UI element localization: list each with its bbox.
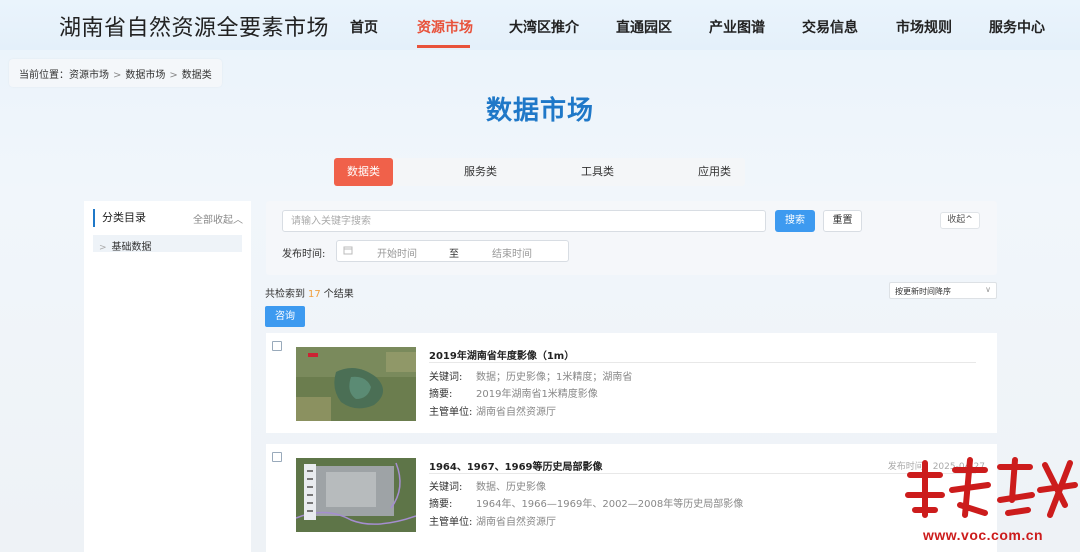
sidebar-item-basic-data[interactable]: > 基础数据 xyxy=(93,235,242,253)
result-thumbnail[interactable] xyxy=(296,458,416,532)
keywords-value: 数据、历史影像 xyxy=(476,482,546,493)
main-nav: 首页 资源市场 大湾区推介 直通园区 产业图谱 交易信息 市场规则 服务中心 xyxy=(0,0,1080,50)
category-tabs: 数据类 服务类 工具类 应用类 xyxy=(334,158,745,186)
result-org: 主管单位: 湖南省自然资源厅 xyxy=(429,403,556,418)
calendar-icon xyxy=(343,245,353,258)
breadcrumb-item-data-market[interactable]: 数据市场 xyxy=(125,66,165,81)
tab-tool[interactable]: 工具类 xyxy=(568,158,627,186)
tab-data[interactable]: 数据类 xyxy=(334,158,393,186)
result-keywords: 关键词: 数据、历史影像 xyxy=(429,478,546,493)
fold-button[interactable]: 收起^ xyxy=(940,212,980,229)
abstract-value: 2019年湖南省1米精度影像 xyxy=(476,389,598,400)
keywords-label: 关键词: xyxy=(429,372,463,383)
result-card: 1964、1967、1969等历史局部影像 发布时间：2025-04-27 关键… xyxy=(266,444,997,552)
breadcrumb-item-data-category: 数据类 xyxy=(181,70,212,81)
fold-label: 收起 xyxy=(947,215,966,225)
org-value: 湖南省自然资源厅 xyxy=(476,407,556,418)
chevron-up-icon: ︿ xyxy=(233,215,243,226)
nav-industry-map[interactable]: 产业图谱 xyxy=(709,17,765,37)
nav-greater-bay-area[interactable]: 大湾区推介 xyxy=(509,17,579,37)
date-end-input[interactable]: 结束时间 xyxy=(492,245,532,260)
category-sidebar: 分类目录 全部收起︿ > 基础数据 xyxy=(84,201,251,552)
breadcrumb-separator: > xyxy=(169,70,178,81)
result-abstract: 摘要: 2019年湖南省1米精度影像 xyxy=(429,385,598,400)
nav-park-direct[interactable]: 直通园区 xyxy=(616,17,672,37)
date-range-picker[interactable]: 开始时间 至 结束时间 xyxy=(336,240,569,262)
consult-button[interactable]: 咨询 xyxy=(265,306,305,327)
nav-service-center[interactable]: 服务中心 xyxy=(989,17,1045,37)
result-keywords: 关键词: 数据；历史影像；1米精度；湖南省 xyxy=(429,368,632,383)
tab-service[interactable]: 服务类 xyxy=(451,158,510,186)
keywords-label: 关键词: xyxy=(429,482,463,493)
tab-application[interactable]: 应用类 xyxy=(685,158,744,186)
date-to-separator: 至 xyxy=(449,249,459,260)
nav-resource-market[interactable]: 资源市场 xyxy=(417,17,473,37)
collapse-all-button[interactable]: 全部收起︿ xyxy=(193,211,243,226)
date-start-input[interactable]: 开始时间 xyxy=(377,245,417,260)
chevron-right-icon: > xyxy=(99,243,107,253)
abstract-label: 摘要: xyxy=(429,389,453,400)
result-org: 主管单位: 湖南省自然资源厅 xyxy=(429,513,556,528)
top-header: 湖南省自然资源全要素市场 首页 资源市场 大湾区推介 直通园区 产业图谱 交易信… xyxy=(0,0,1080,50)
result-checkbox[interactable] xyxy=(272,452,282,462)
breadcrumb-prefix: 当前位置： xyxy=(19,70,69,81)
result-checkbox[interactable] xyxy=(272,341,282,351)
search-panel: 搜索 重置 收起^ 发布时间: 开始时间 至 结束时间 xyxy=(266,201,997,275)
reset-button[interactable]: 重置 xyxy=(823,210,862,232)
result-count-suffix: 个结果 xyxy=(323,289,354,300)
sort-select-value: 按更新时间降序 xyxy=(895,287,951,296)
breadcrumb-separator: > xyxy=(113,70,122,81)
search-button[interactable]: 搜索 xyxy=(775,210,815,232)
result-abstract: 摘要: 1964年、1966—1969年、2002—2008年等历史局部影像 xyxy=(429,495,743,510)
chevron-up-icon: ^ xyxy=(965,215,973,225)
abstract-label: 摘要: xyxy=(429,499,453,510)
result-card: 2019年湖南省年度影像（1m） 关键词: 数据；历史影像；1米精度；湖南省 摘要… xyxy=(266,333,997,433)
nav-trade-info[interactable]: 交易信息 xyxy=(802,17,858,37)
result-title[interactable]: 1964、1967、1969等历史局部影像 xyxy=(429,458,603,473)
org-label: 主管单位: xyxy=(429,517,473,528)
org-label: 主管单位: xyxy=(429,407,473,418)
nav-market-rules[interactable]: 市场规则 xyxy=(896,17,952,37)
keywords-value: 数据；历史影像；1米精度；湖南省 xyxy=(476,372,633,383)
result-divider xyxy=(429,362,976,363)
breadcrumb-item-resource-market[interactable]: 资源市场 xyxy=(69,66,109,81)
chevron-down-icon: ∨ xyxy=(985,285,991,294)
result-thumbnail[interactable] xyxy=(296,347,416,421)
result-count: 共检索到 17 个结果 xyxy=(265,285,354,300)
collapse-all-label: 全部收起 xyxy=(193,215,233,226)
org-value: 湖南省自然资源厅 xyxy=(476,517,556,528)
sort-select[interactable]: 按更新时间降序 ∨ xyxy=(889,282,997,299)
result-count-prefix: 共检索到 xyxy=(265,289,305,300)
result-count-number: 17 xyxy=(308,289,321,300)
breadcrumb: 当前位置：资源市场 > 数据市场 > 数据类 xyxy=(9,59,222,87)
active-nav-indicator xyxy=(417,45,470,48)
result-divider xyxy=(429,473,976,474)
sidebar-item-label: 基础数据 xyxy=(111,242,152,253)
watermark-url: www.voc.com.cn xyxy=(923,527,1044,543)
page-title: 数据市场 xyxy=(485,96,594,126)
abstract-value: 1964年、1966—1969年、2002—2008年等历史局部影像 xyxy=(476,499,744,510)
search-input[interactable] xyxy=(282,210,766,232)
result-title[interactable]: 2019年湖南省年度影像（1m） xyxy=(429,347,574,362)
nav-home[interactable]: 首页 xyxy=(350,17,378,37)
date-filter-label: 发布时间: xyxy=(282,249,326,260)
